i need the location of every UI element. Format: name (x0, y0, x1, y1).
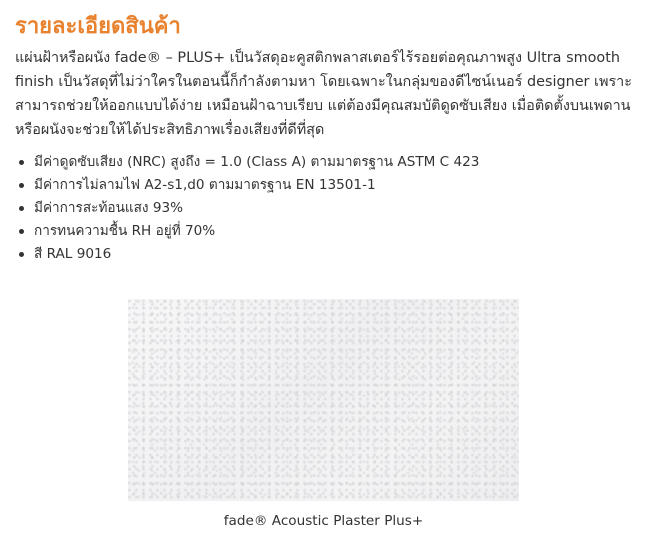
spec-item-color: สี RAL 9016 (15, 243, 479, 266)
spec-item-nrc: มีค่าดูดซับเสียง (NRC) สูงถึง = 1.0 (Cla… (15, 151, 479, 174)
spec-list: มีค่าดูดซับเสียง (NRC) สูงถึง = 1.0 (Cla… (15, 151, 479, 266)
product-description: แผ่นฝ้าหรือผนัง fade® – PLUS+ เป็นวัสดุอ… (15, 50, 632, 138)
spec-item-light-reflectance: มีค่าการสะท้อนแสง 93% (15, 197, 479, 220)
section-heading: รายละเอียดสินค้า (15, 14, 181, 39)
image-caption: fade® Acoustic Plaster Plus+ (223, 513, 424, 529)
spec-item-humidity: การทนความชื้น RH อยู่ที่ 70% (15, 220, 479, 243)
spec-item-fire-rating: มีค่าการไม่ลามไฟ A2-s1,d0 ตามมาตรฐาน EN … (15, 174, 479, 197)
plaster-texture-image (128, 299, 519, 501)
product-details-section: รายละเอียดสินค้า แผ่นฝ้าหรือผนัง fade® –… (0, 0, 670, 539)
